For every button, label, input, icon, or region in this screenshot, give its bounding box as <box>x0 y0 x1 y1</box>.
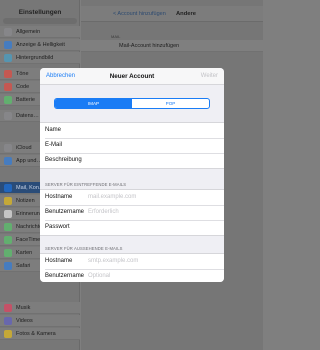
lock-icon <box>4 83 12 91</box>
safari-icon <box>4 262 12 270</box>
sidebar-item-label: Safari <box>16 263 31 269</box>
name-label: Name <box>45 127 62 133</box>
music-icon <box>4 304 12 312</box>
detail-navbar: < Account hinzufügen Andere <box>81 6 263 22</box>
outgoing-section-header: SERVER FÜR AUSSEHENDE E-MAILS <box>45 246 123 251</box>
sound-icon <box>4 70 12 78</box>
modal-navbar: Abbrechen Neuer Account Weiter <box>40 68 224 85</box>
sidebar-item-label: Töne <box>16 71 29 77</box>
sidebar-item[interactable]: Anzeige & Helligkeit <box>0 39 80 51</box>
description-field[interactable]: Beschreibung <box>40 153 224 168</box>
reminders-icon <box>4 210 12 218</box>
email-label: E-Mail <box>45 142 63 148</box>
sidebar-search-field[interactable] <box>3 18 77 24</box>
sidebar-item-label: Code <box>16 84 30 90</box>
incoming-username-field[interactable]: Benutzername Erforderlich <box>40 205 224 220</box>
outgoing-username-placeholder: Optional <box>88 273 111 279</box>
sidebar-item-label: FaceTime <box>16 237 41 243</box>
next-button[interactable]: Weiter <box>201 73 218 79</box>
outgoing-fields-group: Hostname smtp.example.com Benutzername O… <box>40 253 224 282</box>
sidebar-item-label: Hintergrundbild <box>16 55 54 61</box>
sidebar-item-label: Fotos & Kamera <box>16 331 56 337</box>
add-mail-account-row[interactable]: Mail-Account hinzufügen <box>81 40 263 52</box>
incoming-section-header: SERVER FÜR EINTREFFENDE E-MAILS <box>45 182 127 187</box>
detail-section-header: MAIL <box>111 34 121 39</box>
sidebar-item-label: Videos <box>16 318 33 324</box>
sidebar-item[interactable]: Allgemein <box>0 26 80 38</box>
description-label: Beschreibung <box>45 157 82 163</box>
sidebar-item-label: Datens… <box>16 113 39 119</box>
email-field[interactable]: E-Mail <box>40 138 224 153</box>
sidebar-title: Einstellungen <box>18 9 62 16</box>
incoming-username-label: Benutzername <box>45 209 85 215</box>
messages-icon <box>4 223 12 231</box>
new-account-modal: Abbrechen Neuer Account Weiter IMAP POP … <box>40 68 224 282</box>
sidebar-item-label: Notizen <box>16 198 35 204</box>
account-fields-group: Name E-Mail Beschreibung <box>40 122 224 169</box>
detail-title: Andere <box>176 11 196 17</box>
incoming-hostname-label: Hostname <box>45 194 73 200</box>
incoming-password-field[interactable]: Passwort <box>40 220 224 235</box>
outgoing-hostname-label: Hostname <box>45 258 73 264</box>
outgoing-hostname-placeholder: smtp.example.com <box>88 258 139 264</box>
add-mail-account-label: Mail-Account hinzufügen <box>119 43 180 49</box>
sidebar-item[interactable]: Fotos & Kamera <box>0 328 80 340</box>
incoming-hostname-placeholder: mail.example.com <box>88 194 137 200</box>
sidebar-item-label: Anzeige & Helligkeit <box>16 42 65 48</box>
back-button[interactable]: < Account hinzufügen <box>113 11 166 17</box>
notes-icon <box>4 197 12 205</box>
sidebar-item[interactable]: Videos <box>0 315 80 327</box>
incoming-username-placeholder: Erforderlich <box>88 209 119 215</box>
cloud-icon <box>4 144 12 152</box>
name-field[interactable]: Name <box>40 123 224 138</box>
outgoing-username-field[interactable]: Benutzername Optional <box>40 269 224 282</box>
sidebar-item-label: Karten <box>16 250 33 256</box>
incoming-hostname-field[interactable]: Hostname mail.example.com <box>40 190 224 205</box>
wallpaper-icon <box>4 54 12 62</box>
gear-icon <box>4 28 12 36</box>
appstore-icon <box>4 157 12 165</box>
maps-icon <box>4 249 12 257</box>
videos-icon <box>4 317 12 325</box>
modal-title: Neuer Account <box>109 73 155 80</box>
outgoing-hostname-field[interactable]: Hostname smtp.example.com <box>40 254 224 269</box>
battery-icon <box>4 96 12 104</box>
hand-icon <box>4 112 12 120</box>
segment-imap[interactable]: IMAP <box>55 99 132 108</box>
photos-icon <box>4 330 12 338</box>
brightness-icon <box>4 41 12 49</box>
sidebar-item-label: Musik <box>16 305 31 311</box>
outgoing-username-label: Benutzername <box>45 273 85 279</box>
sidebar-item[interactable]: Hintergrundbild <box>0 52 80 64</box>
sidebar-item-label: Allgemein <box>16 29 41 35</box>
protocol-segmented-control[interactable]: IMAP POP <box>54 98 210 109</box>
incoming-password-label: Passwort <box>45 224 70 230</box>
sidebar-item-label: iCloud <box>16 145 32 151</box>
sidebar-item-label: Batterie <box>16 97 35 103</box>
segment-pop[interactable]: POP <box>132 99 209 108</box>
sidebar-item[interactable]: Musik <box>0 302 80 314</box>
incoming-fields-group: Hostname mail.example.com Benutzername E… <box>40 189 224 236</box>
facetime-icon <box>4 236 12 244</box>
sidebar-item-label: App und… <box>16 158 42 164</box>
mail-icon <box>4 184 12 192</box>
